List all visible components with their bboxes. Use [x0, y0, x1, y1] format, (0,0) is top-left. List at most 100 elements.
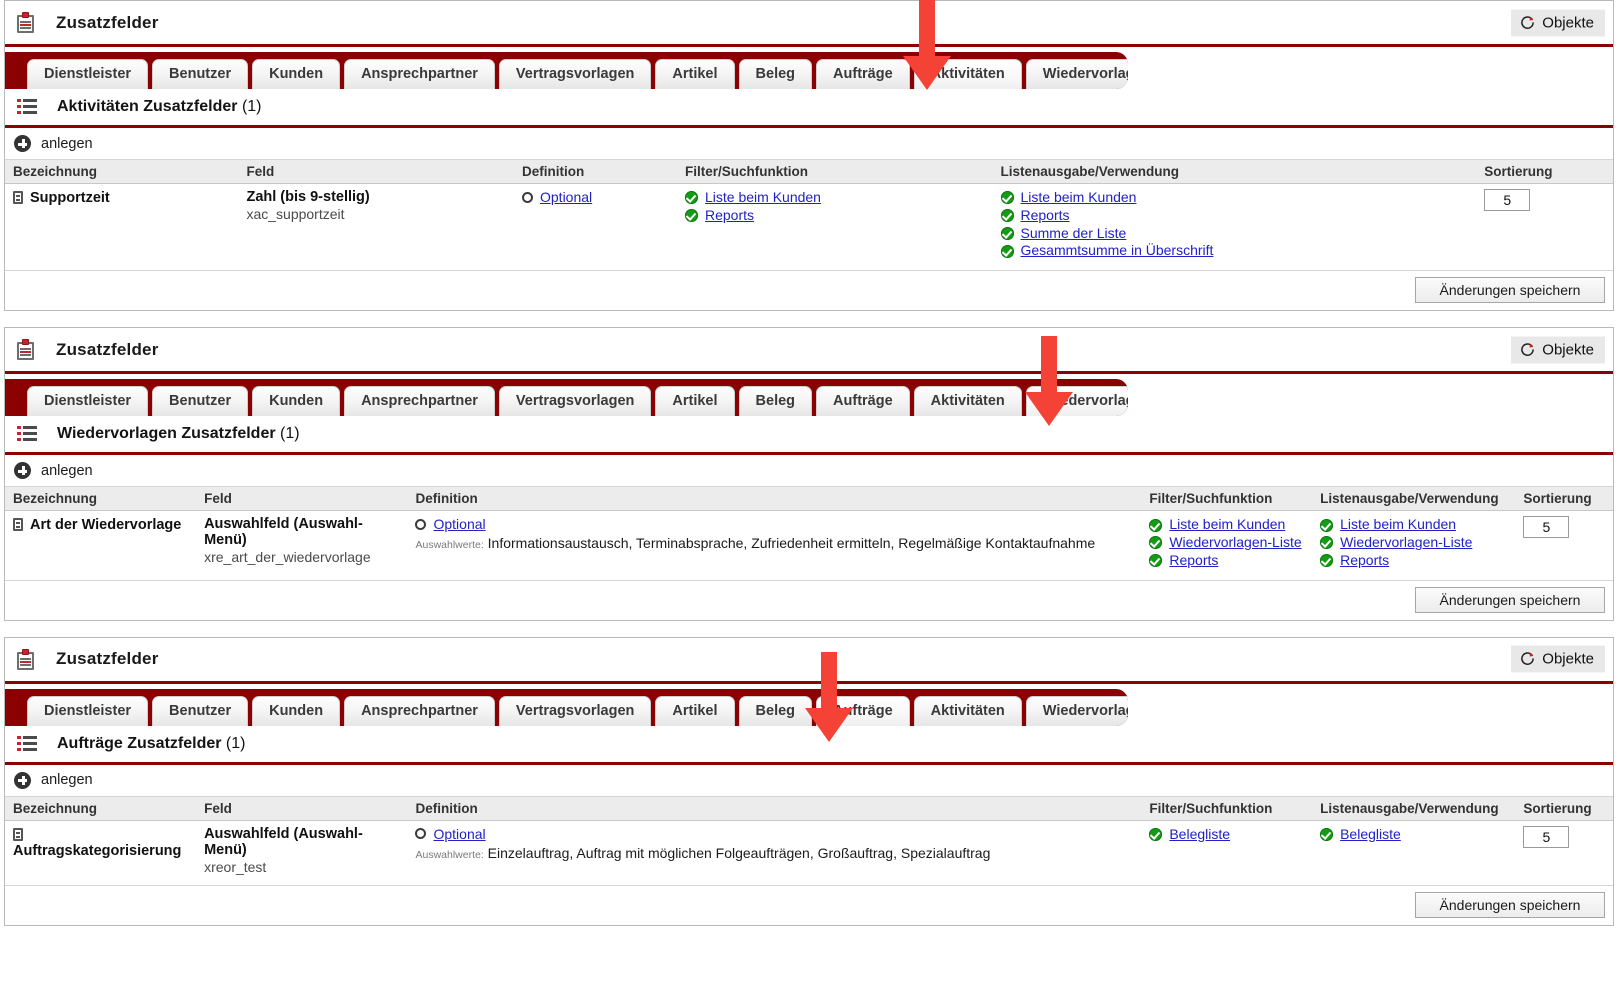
listenausgabe-link[interactable]: Liste beim Kunden	[1340, 516, 1456, 533]
objekte-label: Objekte	[1542, 650, 1594, 668]
list-item[interactable]: Wiedervorlagen-Liste	[1320, 534, 1509, 552]
filter-link[interactable]: Wiedervorlagen-Liste	[1169, 534, 1301, 551]
table-row[interactable]: Auftragskategorisierung Auswahlfeld (Aus…	[5, 820, 1613, 886]
tab-artikel[interactable]: Artikel	[655, 695, 735, 726]
page-title: Zusatzfelder	[56, 12, 159, 32]
tab-vertragsvorlagen[interactable]: Vertragsvorlagen	[498, 695, 652, 726]
tab-aktivitaeten[interactable]: Aktivitäten	[913, 695, 1022, 726]
tab-aktivitaeten[interactable]: Aktivitäten	[913, 59, 1022, 89]
anlegen-button[interactable]: anlegen	[5, 455, 1613, 488]
table-row[interactable]: Art der Wiedervorlage Auswahlfeld (Auswa…	[5, 510, 1613, 581]
list-item[interactable]: Liste beim Kunden	[685, 189, 987, 207]
tab-benutzer[interactable]: Benutzer	[152, 695, 249, 726]
tab-dienstleister[interactable]: Dienstleister	[27, 695, 149, 726]
tab-ansprechpartner[interactable]: Ansprechpartner	[344, 386, 495, 417]
objekte-button[interactable]: Objekte	[1511, 9, 1605, 36]
save-changes-button[interactable]: Änderungen speichern	[1415, 586, 1605, 613]
filter-link[interactable]: Liste beim Kunden	[1169, 516, 1285, 533]
definition-optional-link[interactable]: Optional	[433, 516, 485, 532]
tab-benutzer[interactable]: Benutzer	[152, 386, 249, 417]
sortierung-input[interactable]	[1523, 516, 1570, 539]
filter-link[interactable]: Belegliste	[1169, 826, 1230, 843]
bezeichnung-value: Auftragskategorisierung	[13, 842, 182, 859]
listenausgabe-list: Liste beim Kunden Reports Summe der List…	[1000, 189, 1471, 260]
listenausgabe-link[interactable]: Reports	[1340, 552, 1389, 569]
listenausgabe-link[interactable]: Gesammtsumme in Überschrift	[1021, 243, 1214, 259]
list-item[interactable]: Reports	[1320, 552, 1509, 570]
filter-link[interactable]: Reports	[705, 207, 754, 224]
check-icon	[1149, 536, 1163, 550]
list-item[interactable]: Gesammtsumme in Überschrift	[1000, 242, 1471, 260]
objekte-button[interactable]: Objekte	[1511, 645, 1605, 673]
tab-artikel[interactable]: Artikel	[655, 386, 735, 417]
save-changes-button[interactable]: Änderungen speichern	[1415, 891, 1605, 918]
tab-beleg[interactable]: Beleg	[738, 386, 813, 417]
tab-wiedervorlagen[interactable]: Wiedervorlagen	[1025, 695, 1128, 726]
list-item[interactable]: Reports	[685, 207, 987, 225]
tab-beleg[interactable]: Beleg	[738, 59, 813, 89]
definition-optional-link[interactable]: Optional	[433, 826, 485, 842]
section-title: Aufträge Zusatzfelder (1)	[57, 735, 245, 753]
tab-auftraege[interactable]: Aufträge	[816, 695, 910, 726]
list-item[interactable]: Liste beim Kunden	[1320, 516, 1509, 534]
table-row[interactable]: Supportzeit Zahl (bis 9-stellig) xac_sup…	[5, 183, 1613, 272]
list-item[interactable]: Liste beim Kunden	[1149, 516, 1306, 534]
list-item[interactable]: Reports	[1149, 552, 1306, 570]
tab-kunden[interactable]: Kunden	[252, 386, 341, 417]
section-title: Wiedervorlagen Zusatzfelder (1)	[57, 425, 300, 443]
tab-wiedervorlagen[interactable]: Wiedervorlagen	[1025, 386, 1128, 417]
list-item[interactable]: Belegliste	[1320, 826, 1509, 844]
filter-link[interactable]: Liste beim Kunden	[705, 189, 821, 206]
objekte-button[interactable]: Objekte	[1511, 336, 1605, 364]
tab-auftraege[interactable]: Aufträge	[816, 59, 910, 89]
objekte-label: Objekte	[1542, 14, 1594, 31]
listenausgabe-link[interactable]: Liste beim Kunden	[1021, 189, 1137, 206]
refresh-icon	[1520, 15, 1535, 30]
tab-vertragsvorlagen[interactable]: Vertragsvorlagen	[498, 59, 652, 89]
section-title-count: (1)	[280, 425, 300, 443]
tab-benutzer[interactable]: Benutzer	[152, 59, 249, 89]
tab-vertragsvorlagen[interactable]: Vertragsvorlagen	[498, 386, 652, 417]
tab-beleg[interactable]: Beleg	[738, 695, 813, 726]
anlegen-button[interactable]: anlegen	[5, 765, 1613, 797]
cell-feld: Auswahlfeld (Auswahl-Menü) xre_art_der_w…	[196, 510, 408, 581]
cell-definition: Optional Auswahlwerte: Einzelauftrag, Au…	[407, 820, 1142, 886]
clipboard-icon	[17, 12, 34, 33]
tab-kunden[interactable]: Kunden	[252, 695, 341, 726]
panel-header: Zusatzfelder Objekte	[5, 637, 1613, 684]
tab-ansprechpartner[interactable]: Ansprechpartner	[344, 59, 495, 89]
tab-artikel[interactable]: Artikel	[655, 59, 735, 89]
listenausgabe-link[interactable]: Belegliste	[1340, 826, 1401, 843]
cell-sortierung	[1515, 820, 1613, 886]
cell-listenausgabe: Liste beim Kunden Reports Summe der List…	[992, 183, 1477, 272]
tab-aktivitaeten[interactable]: Aktivitäten	[913, 386, 1022, 417]
col-definition: Definition	[407, 487, 1142, 512]
list-item[interactable]: Summe der Liste	[1000, 225, 1471, 243]
tab-dienstleister[interactable]: Dienstleister	[27, 386, 149, 417]
listenausgabe-link[interactable]: Reports	[1021, 207, 1070, 224]
list-icon	[17, 426, 37, 442]
list-item[interactable]: Wiedervorlagen-Liste	[1149, 534, 1306, 552]
tab-kunden[interactable]: Kunden	[252, 59, 341, 89]
check-icon	[1149, 828, 1163, 842]
list-item[interactable]: Liste beim Kunden	[1000, 189, 1471, 207]
definition-optional-link[interactable]: Optional	[540, 189, 592, 205]
tab-dienstleister[interactable]: Dienstleister	[27, 59, 149, 89]
anlegen-button[interactable]: anlegen	[5, 128, 1613, 160]
tab-ansprechpartner[interactable]: Ansprechpartner	[344, 695, 495, 726]
listenausgabe-link[interactable]: Summe der Liste	[1021, 225, 1127, 242]
list-item[interactable]: Reports	[1000, 207, 1471, 225]
save-changes-button[interactable]: Änderungen speichern	[1415, 277, 1605, 304]
list-item[interactable]: Belegliste	[1149, 826, 1306, 844]
feld-type: Auswahlfeld (Auswahl-Menü)	[204, 825, 363, 858]
page-title: Zusatzfelder	[56, 649, 159, 669]
sortierung-input[interactable]	[1523, 825, 1570, 848]
filter-link[interactable]: Reports	[1169, 552, 1218, 569]
listenausgabe-link[interactable]: Wiedervorlagen-Liste	[1340, 534, 1472, 551]
tab-auftraege[interactable]: Aufträge	[816, 386, 910, 417]
section-title-text: Wiedervorlagen Zusatzfelder	[57, 425, 276, 443]
sortierung-input[interactable]	[1484, 189, 1531, 211]
tab-wiedervorlagen[interactable]: Wiedervorlagen	[1025, 59, 1128, 89]
col-listenausgabe: Listenausgabe/Verwendung	[992, 160, 1477, 184]
col-bezeichnung: Bezeichnung	[5, 160, 239, 184]
